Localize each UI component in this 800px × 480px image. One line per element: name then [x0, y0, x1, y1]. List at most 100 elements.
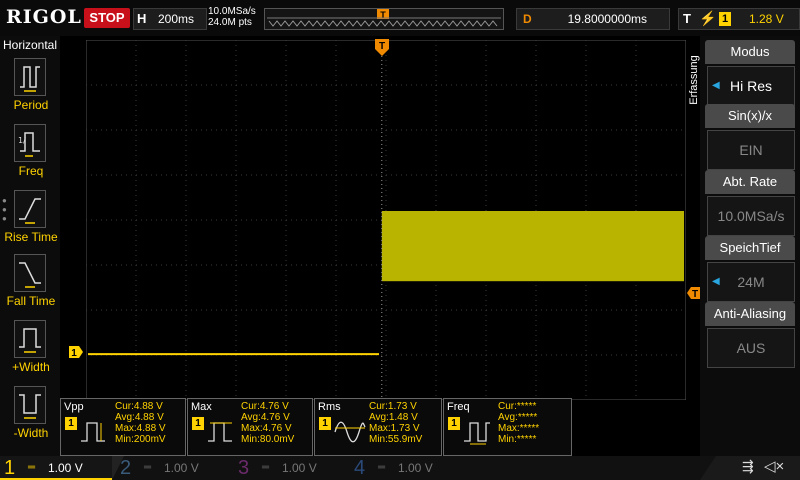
delay-display[interactable]: D 19.8000000ms: [516, 8, 670, 30]
sample-rate-value: 10.0MSa/s: [707, 196, 795, 236]
channel4-status[interactable]: 4 ═ 1.00 V: [350, 456, 462, 480]
memory-overview-waveform: T: [267, 9, 501, 27]
anti-aliasing-softkey[interactable]: Anti-Aliasing AUS: [705, 302, 795, 368]
trigger-level-value: 1.28 V: [749, 12, 784, 26]
measure-negative-width-button[interactable]: -Width: [0, 384, 62, 446]
waveform-display[interactable]: [86, 40, 686, 400]
measure-rise-time-button[interactable]: Rise Time: [0, 188, 62, 250]
channel3-number: 3: [238, 457, 250, 479]
delay-value: 19.8000000ms: [567, 12, 647, 26]
erfassung-label: Erfassung: [688, 55, 700, 105]
measure-positive-width-label: +Width: [12, 360, 50, 374]
trigger-label: T: [683, 11, 691, 26]
memory-depth-softkey[interactable]: SpeichTief ◀ 24M: [705, 236, 795, 302]
measurement-rms-max: Max:1.73 V: [369, 423, 420, 434]
memory-overview: T: [264, 8, 504, 30]
anti-aliasing-value: AUS: [707, 328, 795, 368]
negative-width-icon: [14, 386, 46, 424]
trigger-display[interactable]: T ⚡ 1 1.28 V: [678, 8, 800, 30]
sinx-title: Sin(x)/x: [705, 104, 795, 128]
positive-width-icon: [14, 320, 46, 358]
measure-negative-width-label: -Width: [13, 426, 49, 440]
measurement-rms-min: Min:55.9mV: [369, 434, 423, 445]
period-icon: [14, 58, 46, 96]
acquire-menu-section-label: Erfassung: [688, 55, 700, 105]
trigger-time-marker[interactable]: T: [374, 38, 390, 58]
measure-frequency-button[interactable]: 1/ Freq: [0, 122, 62, 184]
measure-period-label: Period: [13, 98, 49, 112]
frequency-icon: 1/: [14, 124, 46, 162]
selector-arrow-icon: ◀: [712, 80, 720, 91]
delay-label: D: [523, 12, 532, 26]
measurement-max-channel: 1: [192, 417, 204, 430]
measure-positive-width-button[interactable]: +Width: [0, 318, 62, 380]
channel4-coupling-icon: ═: [378, 462, 386, 473]
measurement-vpp-name: Vpp: [64, 401, 84, 413]
speaker-muted-icon[interactable]: ◁×: [764, 457, 784, 475]
sample-rate-title: Abt. Rate: [705, 170, 795, 194]
measurement-vpp-channel: 1: [65, 417, 77, 430]
measure-rise-time-label: Rise Time: [4, 230, 58, 244]
channel3-status[interactable]: 3 ═ 1.00 V: [234, 456, 346, 480]
sample-rate-softkey[interactable]: Abt. Rate 10.0MSa/s: [705, 170, 795, 236]
measurement-max-max: Max:4.76 V: [241, 423, 292, 434]
measurement-rms-cur: Cur:1.73 V: [369, 401, 417, 412]
channel2-status[interactable]: 2 ═ 1.00 V: [116, 456, 228, 480]
measurement-vpp-cur: Cur:4.88 V: [115, 401, 163, 412]
fall-time-icon: [14, 254, 46, 292]
measure-menu-title: Horizontal: [2, 38, 58, 52]
channel1-ground-marker[interactable]: 1: [68, 345, 84, 359]
memory-depth-title: SpeichTief: [705, 236, 795, 260]
rise-time-icon: [14, 190, 46, 228]
measurement-max-avg: Avg:4.76 V: [241, 412, 290, 423]
timebase-value: 200ms: [158, 12, 195, 26]
measurement-freq-channel: 1: [448, 417, 460, 430]
channel1-scale: 1.00 V: [48, 461, 83, 475]
usb-icon: ⇶: [742, 458, 754, 474]
measure-frequency-label: Freq: [18, 164, 44, 178]
measure-period-button[interactable]: Period: [0, 56, 62, 118]
channel1-number: 1: [4, 457, 16, 479]
run-stop-indicator[interactable]: STOP: [84, 8, 130, 28]
channel4-number: 4: [354, 457, 366, 479]
channel4-scale: 1.00 V: [398, 461, 433, 475]
measurement-rms-avg: Avg:1.48 V: [369, 412, 418, 423]
measurement-rms[interactable]: Rms 1 Cur:1.73 V Avg:1.48 V Max:1.73 V M…: [314, 398, 442, 456]
measure-fall-time-label: Fall Time: [6, 294, 56, 308]
channel1-waveform-band: [381, 211, 684, 282]
measurement-vpp[interactable]: Vpp 1 Cur:4.88 V Avg:4.88 V Max:4.88 V M…: [60, 398, 186, 456]
measure-fall-time-button[interactable]: Fall Time: [0, 252, 62, 314]
anti-aliasing-title: Anti-Aliasing: [705, 302, 795, 326]
measurement-vpp-max: Max:4.88 V: [115, 423, 166, 434]
channel2-coupling-icon: ═: [144, 462, 152, 473]
trigger-time-marker-label: T: [379, 41, 385, 52]
memory-depth-value: ◀ 24M: [707, 262, 795, 302]
sinx-softkey[interactable]: Sin(x)/x EIN: [705, 104, 795, 170]
measurement-vpp-avg: Avg:4.88 V: [115, 412, 164, 423]
vpp-wave-icon: [81, 422, 105, 442]
measurement-rms-channel: 1: [319, 417, 331, 430]
channel1-status[interactable]: 1 ═ 1.00 V: [0, 456, 112, 480]
measurement-freq[interactable]: Freq 1 Cur:***** Avg:***** Max:***** Min…: [443, 398, 572, 456]
acquire-mode-value: ◀ Hi Res: [707, 66, 795, 106]
measurement-max-min: Min:80.0mV: [241, 434, 295, 445]
measurement-freq-max: Max:*****: [498, 423, 540, 434]
measurement-vpp-min: Min:200mV: [115, 434, 166, 445]
rising-edge-icon: ⚡: [699, 10, 717, 26]
channel3-coupling-icon: ═: [262, 462, 270, 473]
rms-wave-icon: [334, 421, 366, 443]
channel1-coupling-icon: ═: [28, 462, 36, 473]
measurement-rms-name: Rms: [318, 401, 341, 413]
measurement-max[interactable]: Max 1 Cur:4.76 V Avg:4.76 V Max:4.76 V M…: [187, 398, 313, 456]
vmax-wave-icon: [208, 422, 232, 442]
selector-arrow-icon: ◀: [712, 276, 720, 287]
channel2-scale: 1.00 V: [164, 461, 199, 475]
sample-rate: 10.0MSa/s: [208, 6, 256, 17]
channel2-number: 2: [120, 457, 132, 479]
timebase-label: H: [137, 11, 147, 26]
acquire-mode-softkey[interactable]: Modus ◀ Hi Res: [705, 40, 795, 106]
timebase-display[interactable]: H 200ms: [133, 8, 207, 30]
measurement-freq-avg: Avg:*****: [498, 412, 538, 423]
svg-text:1/: 1/: [18, 136, 26, 145]
rigol-logo: RIGOL: [6, 6, 82, 28]
